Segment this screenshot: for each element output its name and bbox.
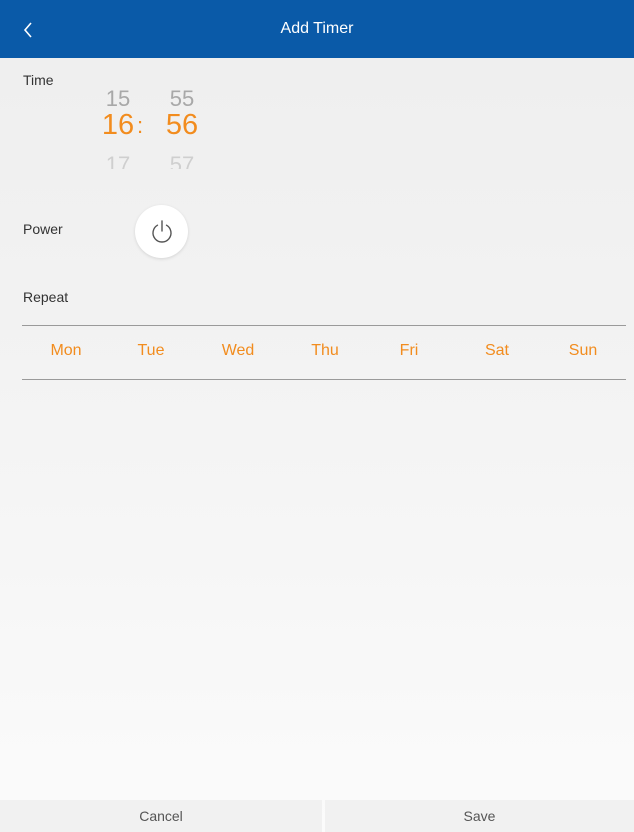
day-fri[interactable]: Fri: [379, 342, 439, 360]
save-button[interactable]: Save: [325, 800, 634, 832]
minute-next-value[interactable]: 57: [162, 152, 202, 169]
time-label: Time: [23, 72, 54, 88]
power-toggle-button[interactable]: [135, 205, 188, 258]
cancel-button[interactable]: Cancel: [0, 800, 322, 832]
repeat-label: Repeat: [23, 289, 69, 305]
repeat-days: Mon Tue Wed Thu Fri Sat Sun: [22, 326, 626, 379]
time-separator: :: [137, 113, 144, 138]
hour-next-value[interactable]: 17: [98, 152, 138, 169]
back-button[interactable]: [8, 10, 48, 50]
hour-selected-value[interactable]: 16: [98, 109, 138, 142]
minute-selected-value[interactable]: 56: [162, 109, 202, 142]
day-thu[interactable]: Thu: [295, 342, 355, 360]
power-label: Power: [23, 221, 63, 237]
page-title: Add Timer: [280, 20, 354, 37]
footer-bar: Cancel Save: [0, 800, 634, 832]
day-tue[interactable]: Tue: [121, 342, 181, 360]
day-sat[interactable]: Sat: [467, 342, 527, 360]
chevron-left-icon: [23, 22, 32, 38]
day-wed[interactable]: Wed: [208, 342, 268, 360]
power-icon: [151, 219, 172, 243]
time-picker[interactable]: 15 16 17 : 55 56 57: [90, 82, 210, 182]
app-header: Add Timer: [0, 0, 634, 58]
divider: [22, 379, 626, 380]
day-mon[interactable]: Mon: [36, 342, 96, 360]
day-sun[interactable]: Sun: [553, 342, 613, 360]
